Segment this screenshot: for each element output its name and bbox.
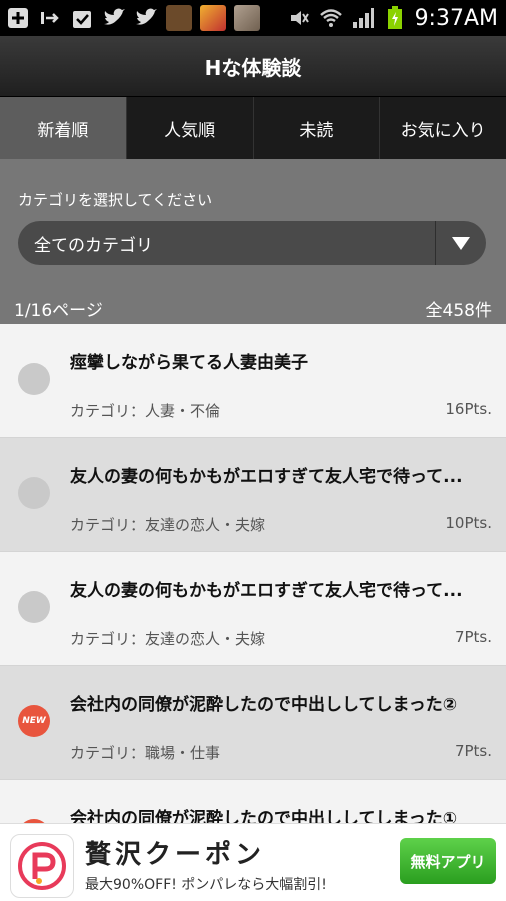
pagination-info: 1/16ページ 全458件 xyxy=(0,292,506,324)
notification-icons xyxy=(0,5,260,31)
item-points: 7Pts. xyxy=(454,628,492,646)
item-title: 友人の妻の何もかもがエロすぎて友人宅で待って... xyxy=(70,581,463,601)
battery-icon xyxy=(383,6,407,30)
ad-subtitle: 最大90%OFF! ポンパレなら大幅割引! xyxy=(85,877,327,893)
category-filter-label: カテゴリを選択してください xyxy=(18,191,213,209)
unread-dot-icon xyxy=(18,477,50,509)
item-title: 会社内の同僚が泥酔したので中出ししてしまった② xyxy=(70,695,458,715)
total-count: 全458件 xyxy=(425,300,492,321)
page-indicator: 1/16ページ xyxy=(14,300,103,321)
mute-icon xyxy=(287,6,311,30)
tab-newest[interactable]: 新着順 xyxy=(0,97,127,159)
item-category: カテゴリ：友達の恋人・夫嫁 xyxy=(70,516,266,534)
item-title: 痙攣しながら果てる人妻由美子 xyxy=(70,353,308,373)
checklist-icon xyxy=(70,6,94,30)
wifi-icon xyxy=(319,6,343,30)
twitter-icon xyxy=(102,6,126,30)
page-title: Hな体験談 xyxy=(0,36,506,97)
item-category: カテゴリ：人妻・不倫 xyxy=(70,402,221,420)
category-filter-panel: カテゴリを選択してください 全てのカテゴリ 1/16ページ 全458件 xyxy=(0,159,506,324)
app-cat-icon xyxy=(234,5,260,31)
tab-bar: 新着順 人気順 未読 お気に入り xyxy=(0,97,506,159)
app-game-icon xyxy=(200,5,226,31)
item-category: カテゴリ：職場・仕事 xyxy=(70,744,221,762)
ad-title: 贅沢クーポン xyxy=(85,840,266,870)
item-category: カテゴリ：友達の恋人・夫嫁 xyxy=(70,630,266,648)
ad-banner[interactable]: 贅沢クーポン 最大90%OFF! ポンパレなら大幅割引! 無料アプリ xyxy=(0,823,506,901)
category-select-value: 全てのカテゴリ xyxy=(34,235,153,256)
category-select[interactable]: 全てのカテゴリ xyxy=(18,221,486,265)
unread-dot-icon xyxy=(18,363,50,395)
ponpare-logo-icon xyxy=(10,834,74,898)
clock: 9:37AM xyxy=(414,5,498,31)
list-item[interactable]: 友人の妻の何もかもがエロすぎて友人宅で待って... カテゴリ：友達の恋人・夫嫁 … xyxy=(0,552,506,666)
item-points: 7Pts. xyxy=(454,742,492,760)
tab-popular[interactable]: 人気順 xyxy=(127,97,254,159)
new-badge-icon: NEW xyxy=(18,705,50,737)
add-icon xyxy=(6,6,30,30)
twitter-icon xyxy=(134,6,158,30)
system-icons: 9:37AM xyxy=(287,6,506,31)
list-item[interactable]: 友人の妻の何もかもがエロすぎて友人宅で待って... カテゴリ：友達の恋人・夫嫁 … xyxy=(0,438,506,552)
item-title: 友人の妻の何もかもがエロすぎて友人宅で待って... xyxy=(70,467,463,487)
dropdown-arrow-icon[interactable] xyxy=(435,221,486,265)
list-item[interactable]: NEW 会社内の同僚が泥酔したので中出ししてしまった② カテゴリ：職場・仕事 7… xyxy=(0,666,506,780)
free-app-button[interactable]: 無料アプリ xyxy=(400,838,496,884)
app-bear-icon xyxy=(166,5,192,31)
unread-dot-icon xyxy=(18,591,50,623)
item-points: 16Pts. xyxy=(445,400,492,418)
list-item[interactable]: 痙攣しながら果てる人妻由美子 カテゴリ：人妻・不倫 16Pts. xyxy=(0,324,506,438)
status-bar: 9:37AM xyxy=(0,0,506,36)
usb-icon xyxy=(38,6,62,30)
tab-unread[interactable]: 未読 xyxy=(254,97,381,159)
item-points: 10Pts. xyxy=(445,514,492,532)
signal-icon xyxy=(351,6,375,30)
story-list: 痙攣しながら果てる人妻由美子 カテゴリ：人妻・不倫 16Pts. 友人の妻の何も… xyxy=(0,324,506,894)
tab-favorites[interactable]: お気に入り xyxy=(380,97,506,159)
